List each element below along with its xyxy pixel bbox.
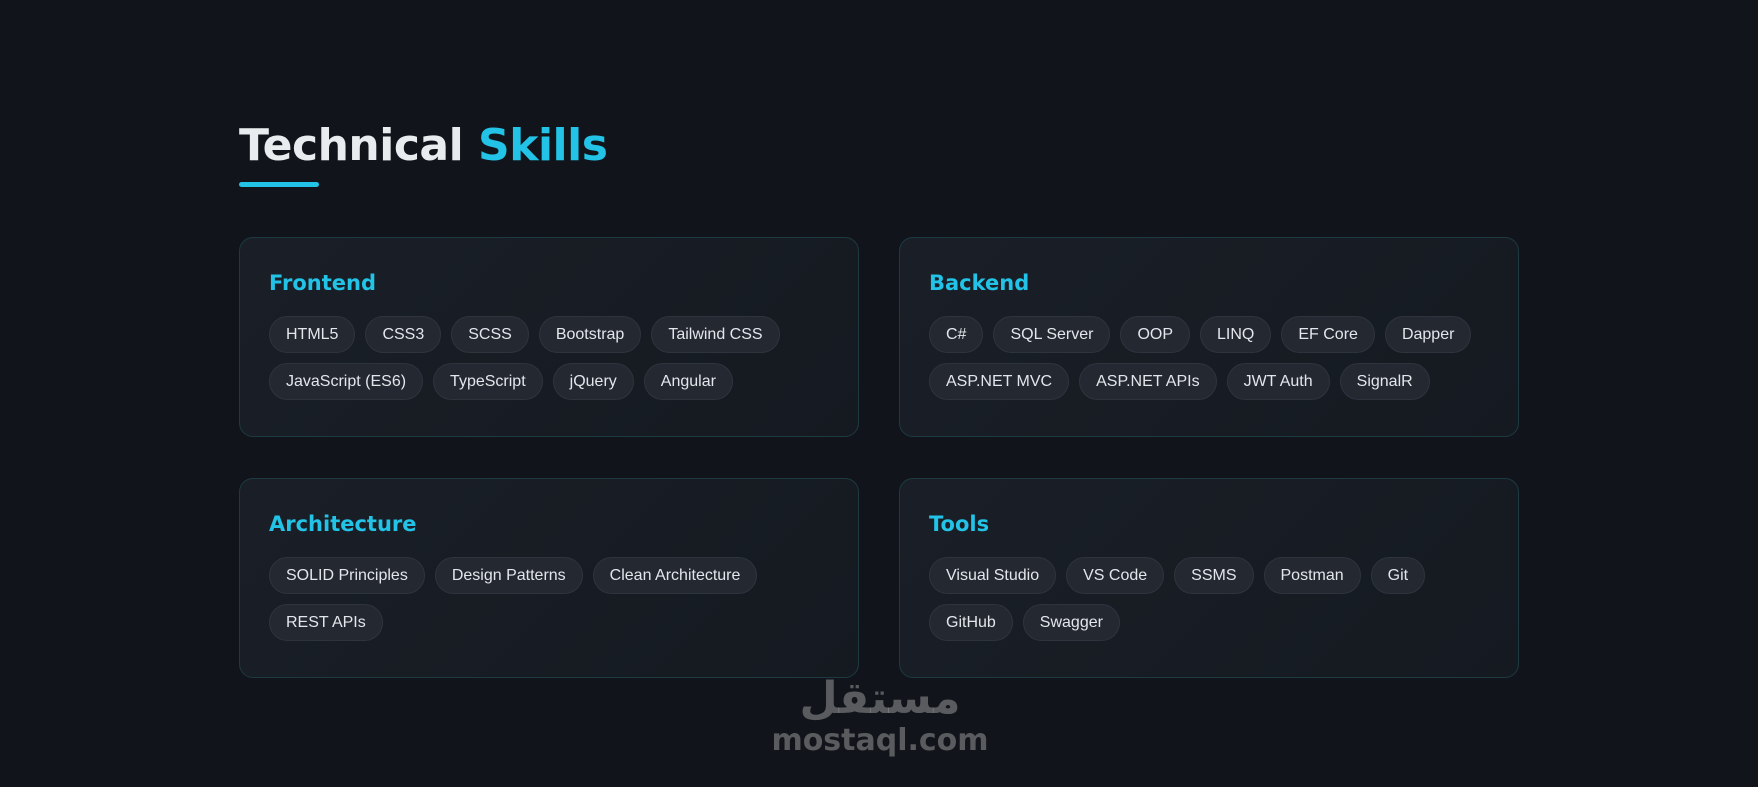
skill-card-architecture: Architecture SOLID Principles Design Patt… xyxy=(239,478,859,678)
skill-chip: SSMS xyxy=(1174,557,1254,594)
page: Technical Skills Frontend HTML5 CSS3 SCSS B… xyxy=(0,0,1758,787)
skill-chip: ASP.NET MVC xyxy=(929,363,1070,400)
card-title: Architecture xyxy=(269,512,417,536)
skill-chip: OOP xyxy=(1120,316,1191,353)
skill-chip: Angular xyxy=(643,363,733,400)
skill-chip: REST APIs xyxy=(269,604,383,641)
chip-list: Visual Studio VS Code SSMS Postman Git GitHub… xyxy=(929,557,1489,641)
skill-chip: SCSS xyxy=(451,316,529,353)
skill-chip: JavaScript (ES6) xyxy=(269,363,424,400)
card-title: Backend xyxy=(929,271,1030,295)
skill-chip: GitHub xyxy=(929,604,1013,641)
skill-chip: Bootstrap xyxy=(538,316,642,353)
skill-chip: JWT Auth xyxy=(1226,363,1330,400)
skill-chip: HTML5 xyxy=(269,316,356,353)
watermark-domain: mostaql.com xyxy=(771,723,989,758)
skill-chip: jQuery xyxy=(552,363,634,400)
skills-grid: Frontend HTML5 CSS3 SCSS Bootstrap Tailwind … xyxy=(239,237,1519,678)
chip-list: C# SQL Server OOP LINQ EF Core Dapper ASP.NET … xyxy=(929,316,1489,400)
mostaql-watermark-logo: مستقل mostaql.com xyxy=(760,672,1000,756)
watermark-arabic: مستقل xyxy=(799,673,961,724)
skill-chip: Clean Architecture xyxy=(592,557,758,594)
card-title: Tools xyxy=(929,512,990,536)
skill-chip: VS Code xyxy=(1066,557,1165,594)
section-title-main: Technical xyxy=(239,120,464,171)
title-underline xyxy=(239,182,319,187)
skill-chip: Swagger xyxy=(1022,604,1120,641)
skill-chip: SQL Server xyxy=(993,316,1111,353)
skill-chip: SOLID Principles xyxy=(269,557,425,594)
skill-chip: Visual Studio xyxy=(929,557,1057,594)
card-title: Frontend xyxy=(269,271,376,295)
skill-card-tools: Tools Visual Studio VS Code SSMS Postman Git… xyxy=(899,478,1519,678)
skill-card-backend: Backend C# SQL Server OOP LINQ EF Core Dapper… xyxy=(899,237,1519,437)
section-title: Technical Skills xyxy=(239,118,1519,174)
skill-chip: Design Patterns xyxy=(434,557,583,594)
skill-chip: LINQ xyxy=(1200,316,1272,353)
skill-chip: Git xyxy=(1370,557,1426,594)
section-title-accent: Skills xyxy=(478,120,608,171)
chip-list: HTML5 CSS3 SCSS Bootstrap Tailwind CSS JavaSc… xyxy=(269,316,829,400)
skill-card-frontend: Frontend HTML5 CSS3 SCSS Bootstrap Tailwind … xyxy=(239,237,859,437)
skill-chip: ASP.NET APIs xyxy=(1079,363,1217,400)
technical-skills-section: Technical Skills Frontend HTML5 CSS3 SCSS B… xyxy=(239,118,1519,678)
skill-chip: EF Core xyxy=(1281,316,1375,353)
skill-chip: CSS3 xyxy=(365,316,442,353)
skill-chip: Postman xyxy=(1263,557,1361,594)
skill-chip: Tailwind CSS xyxy=(651,316,780,353)
skill-chip: SignalR xyxy=(1339,363,1430,400)
skill-chip: TypeScript xyxy=(433,363,543,400)
skill-chip: C# xyxy=(929,316,984,353)
chip-list: SOLID Principles Design Patterns Clean Arc… xyxy=(269,557,829,641)
skill-chip: Dapper xyxy=(1384,316,1472,353)
